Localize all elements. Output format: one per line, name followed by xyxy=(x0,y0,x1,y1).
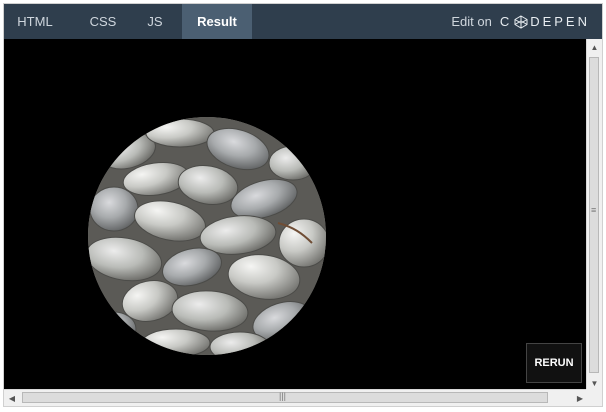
codepen-embed: HTML CSS JS Result Edit on C DEPEN RERUN… xyxy=(3,3,603,407)
scroll-up-arrow-icon[interactable]: ▲ xyxy=(587,39,602,55)
edit-on-label: Edit on xyxy=(451,14,492,29)
horizontal-scroll-thumb[interactable] xyxy=(22,391,548,403)
horizontal-scrollbar[interactable]: ◀ ▶ xyxy=(4,389,588,406)
edit-on-codepen-link[interactable]: Edit on C DEPEN xyxy=(451,4,590,39)
top-bar: HTML CSS JS Result Edit on C DEPEN xyxy=(4,4,602,46)
stones-circle-image xyxy=(88,117,326,355)
codepen-logo: C DEPEN xyxy=(499,14,590,29)
tab-html[interactable]: HTML xyxy=(4,4,66,39)
vertical-scrollbar[interactable]: ▲ ▼ xyxy=(586,39,602,391)
result-preview: RERUN xyxy=(4,39,588,391)
rerun-button[interactable]: RERUN xyxy=(526,343,582,383)
codepen-icon xyxy=(514,14,528,29)
vertical-scroll-thumb[interactable] xyxy=(589,57,599,373)
tab-result[interactable]: Result xyxy=(182,4,252,46)
scrollbar-corner xyxy=(586,389,602,406)
scroll-left-arrow-icon[interactable]: ◀ xyxy=(4,390,20,406)
tab-js[interactable]: JS xyxy=(136,4,174,39)
tab-css[interactable]: CSS xyxy=(80,4,126,39)
